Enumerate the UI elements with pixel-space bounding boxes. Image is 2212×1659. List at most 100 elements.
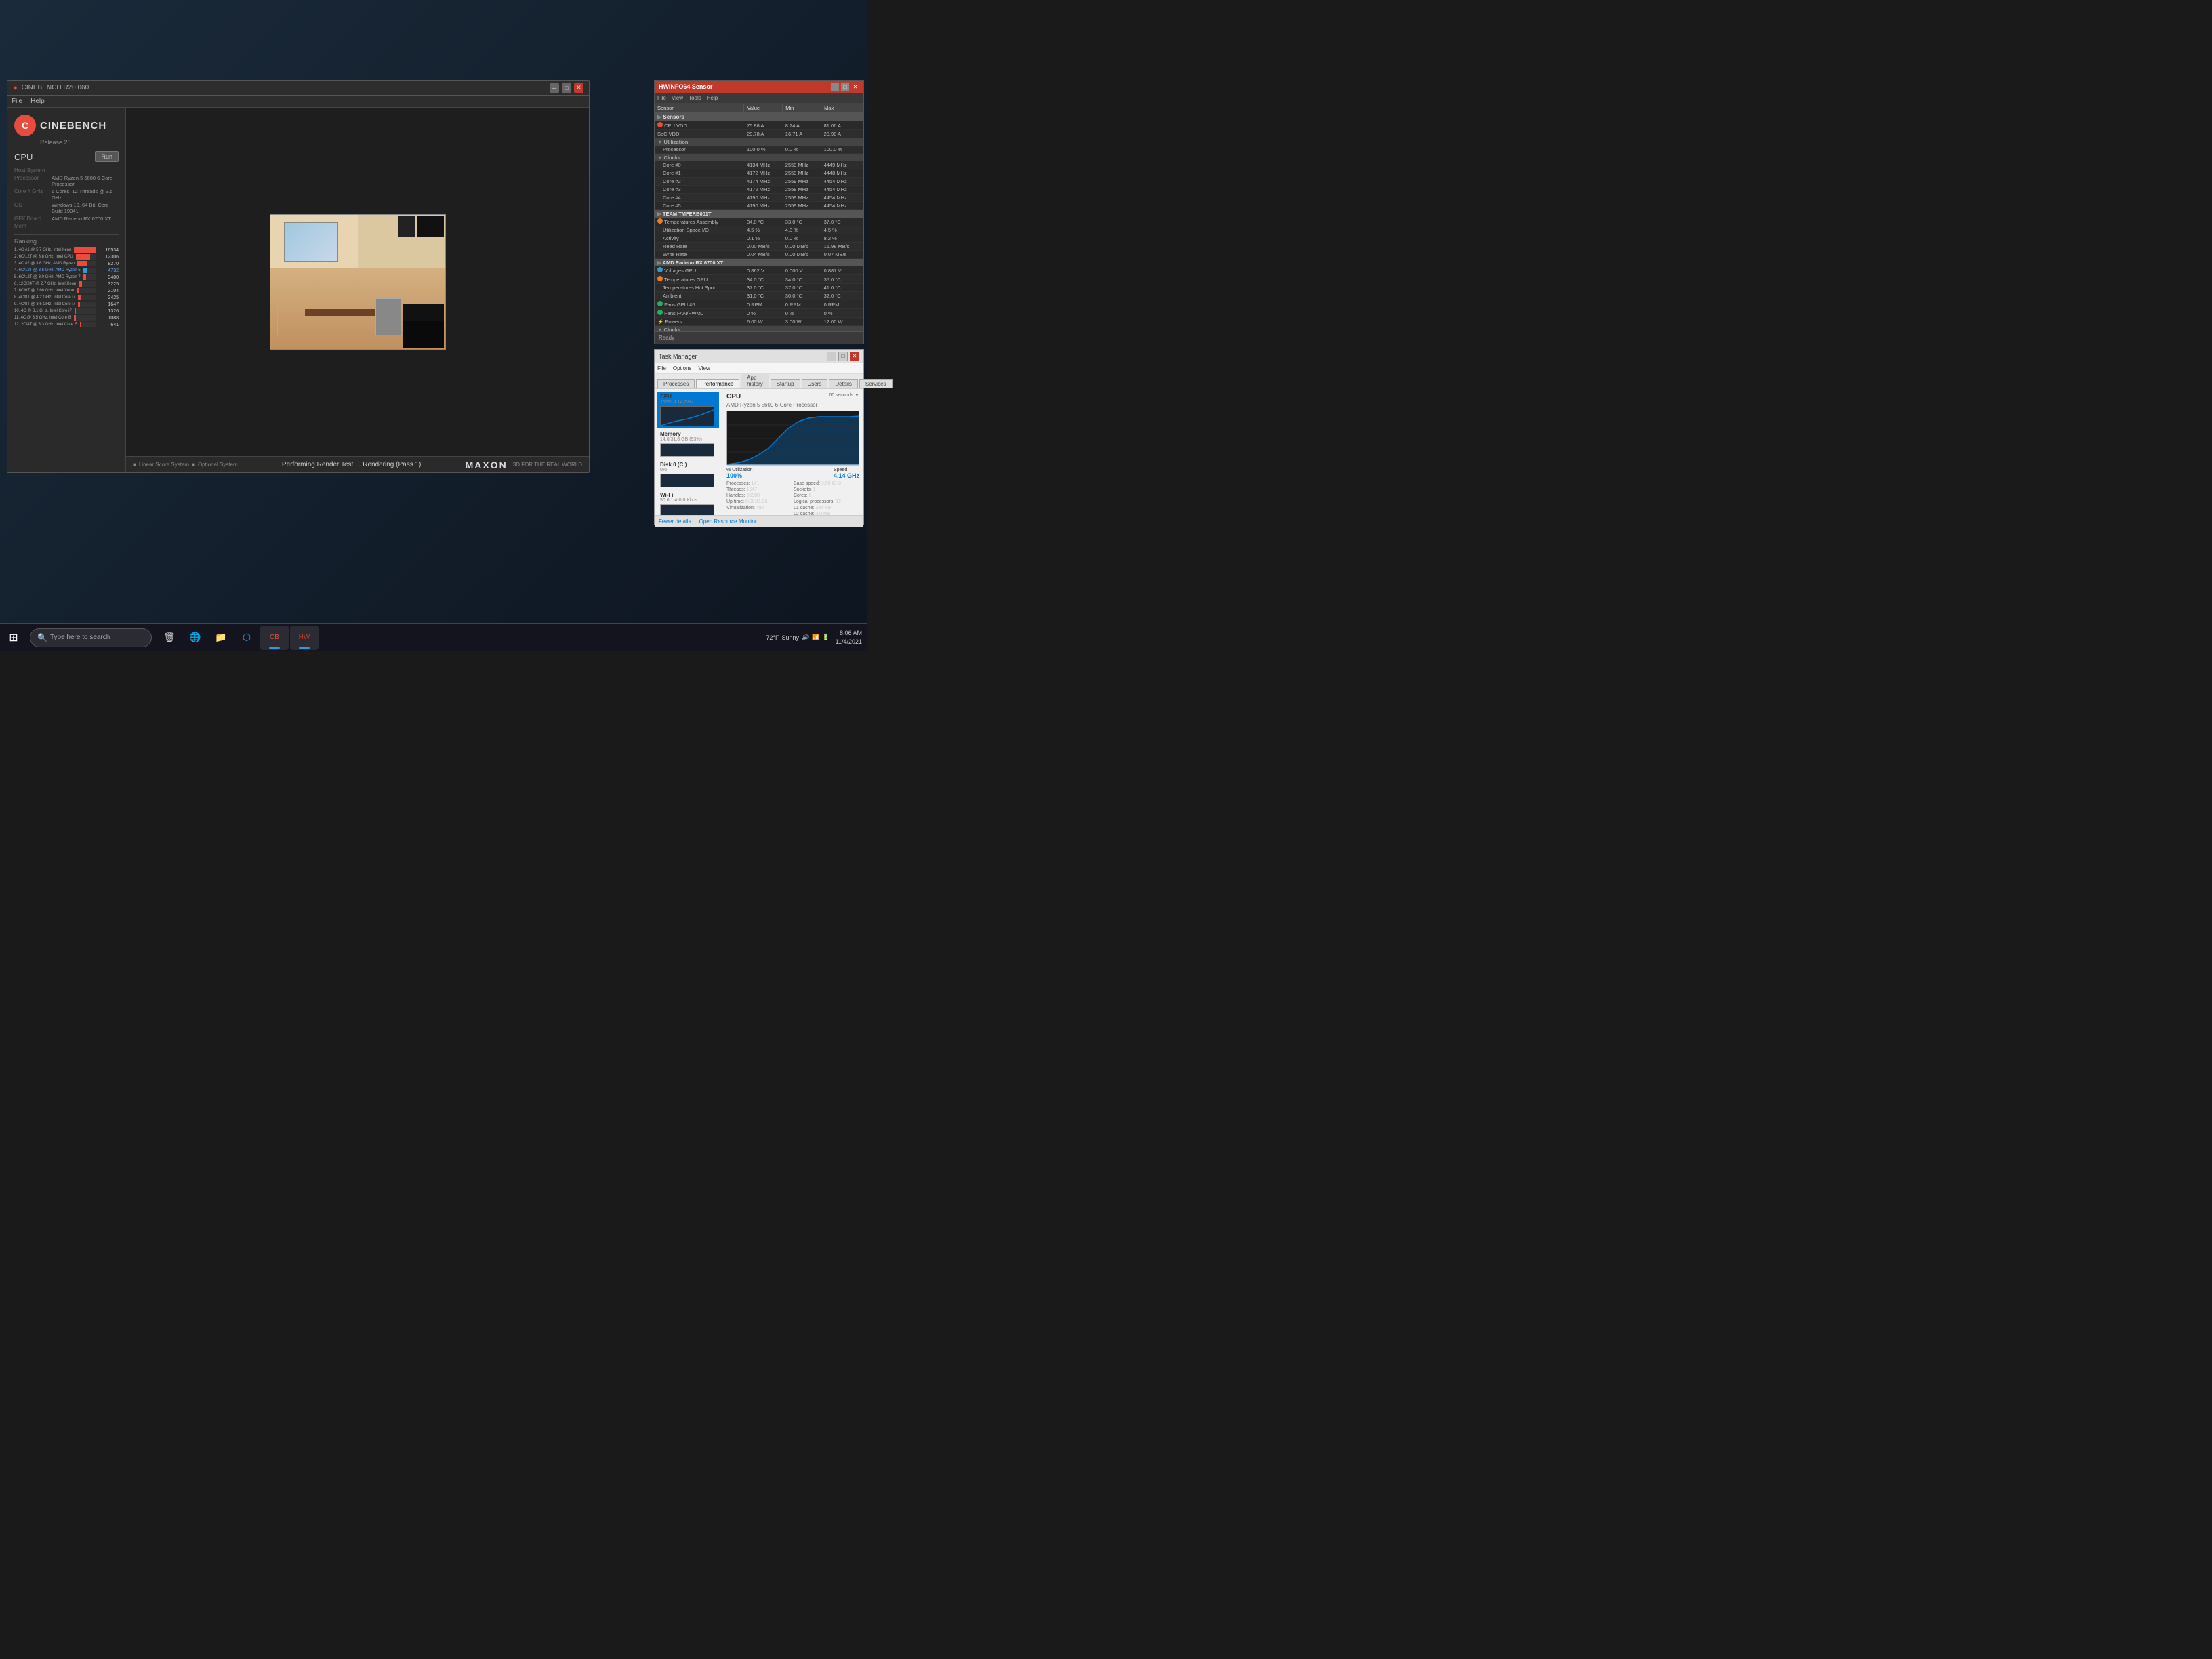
taskman-menu-options[interactable]: Options	[673, 365, 692, 371]
stat-l1: 384 KB	[815, 506, 831, 510]
fewer-details-link[interactable]: Fewer details	[659, 518, 691, 525]
taskman-close[interactable]: ✕	[850, 352, 859, 361]
sysinfo-gpu: GFX Board AMD Radeon RX 6700 XT	[14, 216, 119, 222]
section-sensors-label: ▶ Sensors	[655, 112, 863, 121]
taskbar-app-store[interactable]: ⬡	[234, 626, 259, 650]
maximize-btn[interactable]: □	[562, 83, 571, 93]
cb-run-button[interactable]: Run	[95, 151, 119, 162]
taskbar-app-explorer[interactable]: 📁	[209, 626, 233, 650]
gpu-voltage-icon	[657, 267, 663, 272]
stat-basespeed: 3.50 GHz	[821, 481, 842, 486]
tab-performance[interactable]: Performance	[696, 379, 739, 388]
cb-sysinfo: Host System Processor AMD Ryzen 5 5600 6…	[14, 167, 119, 229]
cinebench-title: CINEBENCH R20.060	[22, 84, 89, 91]
row-processor: Processor 100.0 % 0.0 % 100.0 %	[655, 146, 863, 154]
section-sensors: ▶ Sensors	[655, 112, 863, 121]
linear-score-text: Linear Score System	[139, 462, 189, 468]
cb-cpu-label: CPU	[14, 152, 33, 162]
hwinfo-table-header: Sensor Value Min Max	[655, 104, 863, 112]
perf-cpu-item[interactable]: CPU 100% 4.14 GHz	[657, 392, 719, 429]
taskmanager-window: Task Manager ─ □ ✕ File Options View Pro…	[654, 349, 864, 525]
taskbar-app-1[interactable]: 🗑	[157, 626, 182, 650]
hwinfo-menu-view[interactable]: View	[672, 95, 683, 101]
hwinfo-close[interactable]: ✕	[851, 83, 859, 91]
cinebench-window: ● CINEBENCH R20.060 ─ □ ✕ File Help C CI…	[7, 80, 590, 473]
stat-processes: 141	[752, 481, 760, 486]
hwinfo-controls: ─ □ ✕	[831, 83, 859, 91]
taskman-content: CPU 100% 4.14 GHz Memory 14.0/31.8 GB (9…	[655, 389, 863, 515]
search-box[interactable]: 🔍 Type here to search	[30, 628, 152, 647]
taskman-tabs: Processes Performance App history Startu…	[655, 374, 863, 389]
taskbar-app-hwinfo[interactable]: HW	[290, 626, 319, 650]
taskman-cpu-name: AMD Ryzen 5 5600 6-Core Processor	[726, 402, 817, 408]
row-soc-vdd: SoC VDD 20.78 A 16.71 A 23.90 A	[655, 130, 863, 138]
search-icon: 🔍	[37, 633, 47, 642]
taskman-right-panel: CPU AMD Ryzen 5 5600 6-Core Processor 60…	[722, 389, 863, 515]
taskbar-app-edge[interactable]: 🌐	[183, 626, 207, 650]
util-label: % Utilization	[726, 468, 753, 472]
tab-services[interactable]: Services	[859, 379, 893, 388]
render-chair	[375, 298, 401, 335]
hwinfo-menu-tools[interactable]: Tools	[689, 95, 701, 101]
tab-users[interactable]: Users	[802, 379, 828, 388]
taskbar-app-cinebench[interactable]: CB	[260, 626, 289, 650]
stat-handles: 56988	[747, 493, 760, 498]
row-core2: Core #2 4174 MHz 2559 MHz 4454 MHz	[655, 178, 863, 186]
taskbar-battery-icon[interactable]: 🔋	[822, 634, 830, 641]
util-pct: 100%	[726, 472, 753, 479]
taskman-menu-view[interactable]: View	[698, 365, 710, 371]
taskbar-temp: 72°F	[766, 634, 779, 641]
render-tile-2	[398, 216, 415, 237]
taskman-maximize[interactable]: □	[838, 352, 848, 361]
tab-apphistory[interactable]: App history	[741, 373, 769, 388]
render-canvas	[270, 214, 446, 350]
perf-disk-item[interactable]: Disk 0 (C:) 0%	[657, 459, 719, 490]
taskman-title: Task Manager	[659, 353, 697, 360]
rank-item-10: 10. 4C @ 3.1 GHz, Intel Core i7 1326	[14, 308, 119, 314]
taskman-minimize[interactable]: ─	[827, 352, 836, 361]
maxon-logo: MAXON	[466, 459, 508, 470]
hwinfo-menu-file[interactable]: File	[657, 95, 666, 101]
taskbar-apps: 🗑 🌐 📁 ⬡ CB HW	[155, 626, 760, 650]
hwinfo-minimize[interactable]: ─	[831, 83, 839, 91]
taskbar-sys-tray: 72°F Sunny 🔊 📶 🔋	[760, 634, 835, 641]
rank-item-8: 8. 4C/8T @ 4.2 GHz, Intel Core i7 2425	[14, 295, 119, 300]
hwinfo-window: HWiNFO64 Sensor ─ □ ✕ File View Tools He…	[654, 80, 864, 344]
tab-startup[interactable]: Startup	[771, 379, 800, 388]
close-btn[interactable]: ✕	[574, 83, 583, 93]
row-temp-assembly: Temperatures Assembly 34.0 °C 33.0 °C 37…	[655, 218, 863, 226]
taskman-stats: Processes: 141 Base speed: 3.50 GHz Thre…	[726, 481, 859, 515]
taskman-cpu-title: CPU	[726, 393, 817, 401]
cinebench-content: C CINEBENCH Release 20 CPU Run Host Syst…	[7, 108, 589, 472]
sensor-cpuvdd: CPU VDD	[655, 121, 744, 130]
cinebench-titlebar: ● CINEBENCH R20.060 ─ □ ✕	[7, 81, 589, 96]
tab-processes[interactable]: Processes	[657, 379, 695, 388]
rank-item-5: 5. 6C/12T @ 3.0 GHz, AMD Ryzen 7 3400	[14, 274, 119, 280]
tab-details[interactable]: Details	[829, 379, 857, 388]
cb-rankings-list: 1. 4C #1 @ 5.7 GHz, Intel Xeon 16534 2. …	[14, 247, 119, 327]
fan-pwm-icon	[657, 310, 663, 315]
taskbar-clock[interactable]: 8:06 AM 11/4/2021	[836, 629, 867, 646]
hwinfo-sensor-table: Sensor Value Min Max ▶ Sensors CPU VDD	[655, 104, 863, 344]
row-fan-pwm0: Fans FAN/PWM0 0 % 0 % 0 %	[655, 309, 863, 318]
taskbar-network-icon[interactable]: 📶	[812, 634, 819, 641]
row-utilization: Utilization Space I/O 4.5 % 4.3 % 4.5 %	[655, 226, 863, 234]
row-cpu-vdd: CPU VDD 75.88 A 8.24 A 81.06 A	[655, 121, 863, 130]
hwinfo-maximize[interactable]: □	[841, 83, 849, 91]
optional-system-badge: ■	[192, 462, 195, 468]
stat-threads: 1647	[747, 487, 758, 492]
taskbar-volume-icon[interactable]: 🔊	[802, 634, 809, 641]
perf-memory-item[interactable]: Memory 14.0/31.8 GB (93%)	[657, 429, 719, 459]
start-button[interactable]: ⊞	[0, 624, 27, 651]
taskman-menu-file[interactable]: File	[657, 365, 666, 371]
disk-mini-graph	[660, 474, 714, 487]
minimize-btn[interactable]: ─	[550, 83, 559, 93]
hwinfo-menu-help[interactable]: Help	[707, 95, 718, 101]
hwinfo-table-wrapper[interactable]: Sensor Value Min Max ▶ Sensors CPU VDD	[655, 104, 863, 344]
render-area	[126, 108, 589, 456]
perf-wifi-item[interactable]: Wi-Fi 90.6 1.4-0 0 Kbps	[657, 490, 719, 515]
stat-virt: Yes	[756, 506, 764, 510]
menu-help[interactable]: Help	[30, 98, 45, 105]
menu-file[interactable]: File	[12, 98, 22, 105]
open-resource-link[interactable]: Open Resource Monitor	[699, 518, 757, 525]
